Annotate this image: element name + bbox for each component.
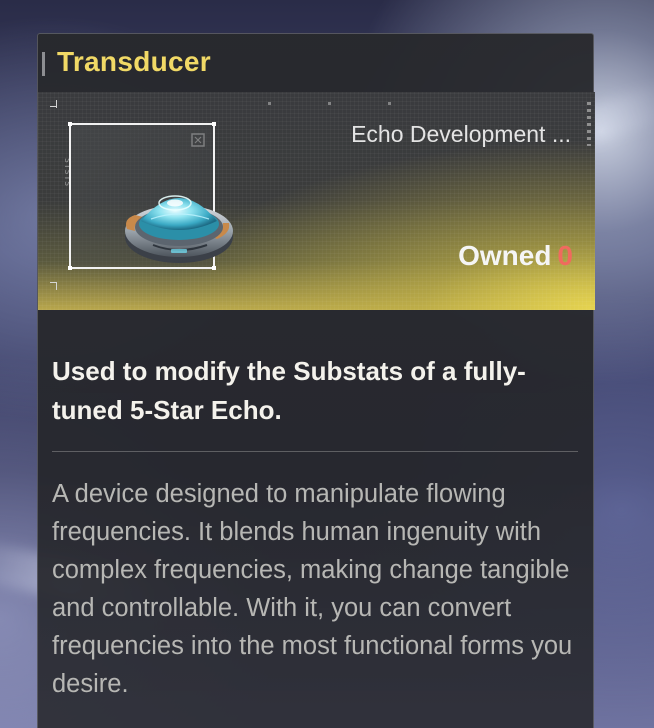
corner-mark — [56, 282, 57, 290]
corner-mark — [50, 106, 57, 107]
owned-label: Owned — [458, 240, 552, 271]
frame-corner-dot — [68, 266, 72, 270]
item-description: A device designed to manipulate flowing … — [52, 480, 573, 698]
owned-count: 0 — [557, 240, 573, 271]
title-bar: Transducer — [38, 34, 593, 92]
item-category: Echo Development ... — [351, 121, 571, 147]
frame-corner-dot — [68, 122, 72, 126]
corner-mark — [50, 282, 57, 283]
frame-corner-dot — [212, 122, 216, 126]
item-title: Transducer — [57, 46, 211, 77]
owned-counter: Owned 0 — [458, 240, 573, 272]
item-detail-panel: Transducer STSTS Echo Development ... Ow… — [37, 33, 595, 728]
decorative-tick-marks — [268, 102, 448, 105]
transducer-device-icon — [125, 195, 233, 263]
item-summary: Used to modify the Substats of a fully-t… — [52, 356, 526, 425]
section-divider — [52, 451, 578, 452]
decorative-dots — [587, 102, 591, 146]
frame-glyph-icon — [191, 133, 205, 147]
title-accent-bar — [42, 52, 45, 76]
item-hero-banner: STSTS Echo Development ... Owned 0 — [38, 92, 595, 310]
item-icon-frame[interactable] — [68, 122, 233, 270]
